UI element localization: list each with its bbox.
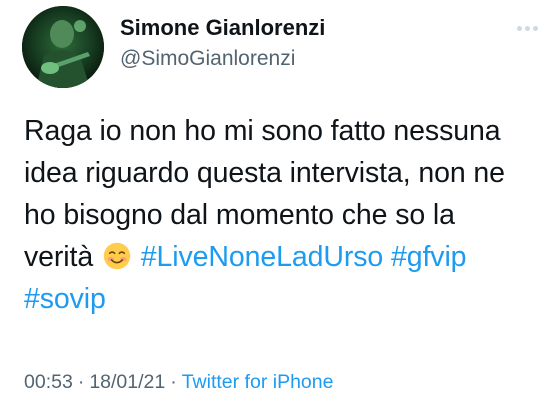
tweet-text-line: verità #LiveNoneLadUrso #gfvip	[24, 236, 544, 278]
author-display-name[interactable]: Simone Gianlorenzi	[120, 14, 325, 42]
tweet-text: Raga io non ho mi sono fatto nessuna ide…	[24, 110, 544, 320]
author-block: Simone Gianlorenzi @SimoGianlorenzi	[120, 14, 325, 73]
meta-separator: ·	[170, 371, 177, 393]
avatar-image	[22, 6, 104, 88]
tweet-metadata: 00:53 · 18/01/21 · Twitter for iPhone	[24, 369, 333, 395]
smiling-face-emoji-icon	[103, 242, 131, 270]
hashtag-link[interactable]: #sovip	[24, 283, 106, 315]
hashtag-link[interactable]: #gfvip	[391, 241, 467, 273]
tweet-source-link[interactable]: Twitter for iPhone	[182, 371, 334, 393]
author-handle[interactable]: @SimoGianlorenzi	[120, 45, 325, 73]
hashtag-link[interactable]: #LiveNoneLadUrso	[141, 241, 383, 273]
avatar[interactable]	[22, 6, 104, 88]
tweet-text-line: #sovip	[24, 278, 544, 320]
more-options-icon[interactable]	[512, 18, 542, 38]
meta-separator: ·	[77, 371, 85, 393]
tweet-time[interactable]: 00:53	[24, 371, 73, 393]
tweet-date[interactable]: 18/01/21	[89, 371, 165, 393]
tweet-text-line: Raga io non ho mi sono fatto nessuna	[24, 115, 501, 147]
tweet-text-line: idea riguardo questa intervista, non ne	[24, 157, 505, 189]
tweet-text-fragment: verità	[24, 241, 94, 273]
tweet-card: Simone Gianlorenzi @SimoGianlorenzi Raga…	[0, 0, 560, 401]
tweet-text-line: ho bisogno dal momento che so la	[24, 199, 455, 231]
